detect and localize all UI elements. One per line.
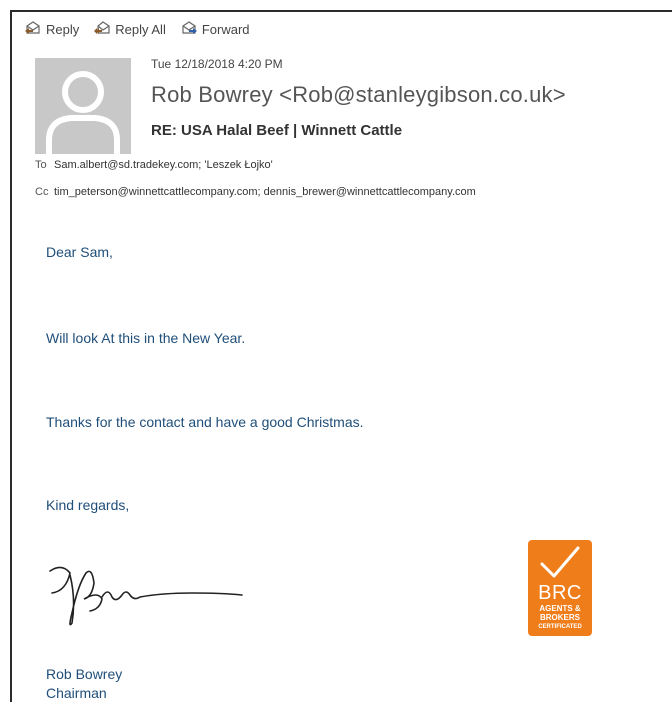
person-silhouette-icon [46, 71, 120, 154]
reply-label: Reply [46, 21, 80, 37]
message-subject: RE: USA Halal Beef | Winnett Cattle [151, 122, 403, 139]
brc-brand: BRC [538, 582, 582, 604]
forward-button[interactable]: Forward [180, 20, 250, 39]
checkmark-icon [540, 546, 580, 578]
message-toolbar: Reply Reply All Forward [24, 18, 250, 40]
sender-avatar [35, 58, 131, 154]
brc-certification-logo: BRC AGENTS & BROKERS CERTIFICATED [528, 540, 592, 636]
cc-recipients[interactable]: tim_peterson@winnettcattlecompany.com; d… [54, 186, 476, 198]
cc-label: Cc [35, 186, 49, 198]
body-line-1: Will look At this in the New Year. [46, 330, 246, 346]
reply-button[interactable]: Reply [24, 20, 79, 39]
to-row: To Sam.albert@sd.tradekey.com; 'Leszek Ło… [35, 159, 273, 171]
body-line-2: Thanks for the contact and have a good C… [46, 414, 364, 430]
forward-icon [180, 20, 198, 39]
reply-icon [24, 20, 42, 39]
reply-all-icon [93, 20, 111, 39]
body-closing: Kind regards, [46, 497, 130, 513]
message-date: Tue 12/18/2018 4:20 PM [151, 57, 283, 71]
reply-all-button[interactable]: Reply All [93, 20, 166, 39]
handwritten-signature [49, 566, 243, 626]
to-recipients[interactable]: Sam.albert@sd.tradekey.com; 'Leszek Łojk… [54, 159, 273, 171]
forward-label: Forward [201, 21, 250, 37]
to-label: To [35, 159, 47, 171]
sender-name-email[interactable]: Rob Bowrey <Rob@stanleygibson.co.uk> [151, 82, 566, 108]
signature-title: Chairman [46, 685, 107, 701]
brc-line-1: AGENTS & [539, 604, 581, 613]
cc-row: Cc tim_peterson@winnettcattlecompany.com;… [35, 186, 476, 198]
brc-line-3: CERTIFICATED [538, 624, 582, 630]
brc-line-2: BROKERS [539, 613, 580, 622]
body-greeting: Dear Sam, [46, 244, 113, 260]
signature-name: Rob Bowrey [46, 666, 123, 682]
reply-all-label: Reply All [115, 21, 166, 37]
